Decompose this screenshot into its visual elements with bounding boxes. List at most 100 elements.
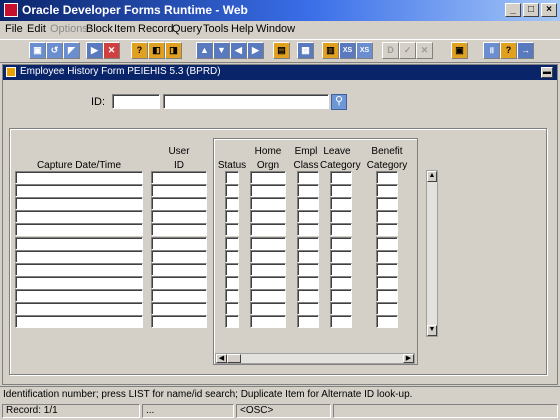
benefit-category-cell[interactable] <box>376 250 398 263</box>
capture-date-cell[interactable] <box>15 210 143 223</box>
close-icon[interactable]: × <box>541 3 557 17</box>
empl-class-cell[interactable] <box>297 210 319 223</box>
user-id-cell[interactable] <box>151 184 207 197</box>
leave-category-cell[interactable] <box>330 197 352 210</box>
id-field[interactable] <box>112 94 160 109</box>
minimize-icon[interactable]: _ <box>505 3 521 17</box>
menu-record[interactable]: Record <box>138 23 173 35</box>
status-cell[interactable] <box>225 184 239 197</box>
home-orgn-cell[interactable] <box>250 197 286 210</box>
save-icon[interactable]: ▣ <box>29 42 46 59</box>
menu-file[interactable]: File <box>5 23 23 35</box>
empl-class-cell[interactable] <box>297 315 319 328</box>
benefit-category-cell[interactable] <box>376 302 398 315</box>
execute-query-icon[interactable]: ◧ <box>148 42 165 59</box>
menu-item[interactable]: Item <box>114 23 135 35</box>
home-orgn-cell[interactable] <box>250 223 286 236</box>
home-orgn-cell[interactable] <box>250 276 286 289</box>
benefit-category-cell[interactable] <box>376 263 398 276</box>
status-cell[interactable] <box>225 289 239 302</box>
leave-category-cell[interactable] <box>330 237 352 250</box>
empl-class-cell[interactable] <box>297 237 319 250</box>
status-cell[interactable] <box>225 315 239 328</box>
home-orgn-cell[interactable] <box>250 289 286 302</box>
user-id-cell[interactable] <box>151 237 207 250</box>
benefit-category-cell[interactable] <box>376 210 398 223</box>
leave-category-cell[interactable] <box>330 263 352 276</box>
user-id-cell[interactable] <box>151 197 207 210</box>
home-orgn-cell[interactable] <box>250 315 286 328</box>
disabled-icon-3[interactable]: ✕ <box>416 42 433 59</box>
capture-date-cell[interactable] <box>15 223 143 236</box>
benefit-category-cell[interactable] <box>376 197 398 210</box>
next-block-icon[interactable]: ▼ <box>213 42 230 59</box>
exit-icon[interactable]: ◤ <box>63 42 80 59</box>
excel-export-icon[interactable]: XS <box>339 42 356 59</box>
benefit-category-cell[interactable] <box>376 289 398 302</box>
leave-category-cell[interactable] <box>330 302 352 315</box>
print-icon[interactable]: ▶ <box>86 42 103 59</box>
status-cell[interactable] <box>225 263 239 276</box>
horizontal-scrollbar[interactable]: ◀ ▶ <box>215 353 415 364</box>
benefit-category-cell[interactable] <box>376 171 398 184</box>
empl-class-cell[interactable] <box>297 197 319 210</box>
status-cell[interactable] <box>225 276 239 289</box>
status-cell[interactable] <box>225 302 239 315</box>
menu-options[interactable]: Options <box>50 23 88 35</box>
scroll-left-icon[interactable]: ◀ <box>216 354 227 363</box>
empl-class-cell[interactable] <box>297 223 319 236</box>
home-orgn-cell[interactable] <box>250 263 286 276</box>
vertical-scrollbar[interactable]: ▲ ▼ <box>426 170 438 337</box>
benefit-category-cell[interactable] <box>376 184 398 197</box>
user-id-cell[interactable] <box>151 315 207 328</box>
leave-category-cell[interactable] <box>330 276 352 289</box>
scroll-right-icon[interactable]: ▶ <box>403 354 414 363</box>
empl-class-cell[interactable] <box>297 289 319 302</box>
status-cell[interactable] <box>225 223 239 236</box>
hscroll-thumb[interactable] <box>227 354 241 363</box>
insert-record-icon[interactable]: ▤ <box>273 42 290 59</box>
user-id-cell[interactable] <box>151 289 207 302</box>
capture-date-cell[interactable] <box>15 197 143 210</box>
enter-query-icon[interactable]: ? <box>131 42 148 59</box>
capture-date-cell[interactable] <box>15 315 143 328</box>
empl-class-cell[interactable] <box>297 184 319 197</box>
capture-date-cell[interactable] <box>15 184 143 197</box>
pause-icon[interactable]: ॥ <box>483 42 500 59</box>
prev-record-icon[interactable]: ◀ <box>230 42 247 59</box>
capture-date-cell[interactable] <box>15 171 143 184</box>
next-record-icon[interactable]: ▶ <box>247 42 264 59</box>
disabled-icon-2[interactable]: ✓ <box>399 42 416 59</box>
leave-category-cell[interactable] <box>330 171 352 184</box>
status-cell[interactable] <box>225 237 239 250</box>
form-minimize-icon[interactable]: ▬ <box>541 67 553 78</box>
name-field[interactable] <box>163 94 329 109</box>
leave-category-cell[interactable] <box>330 289 352 302</box>
empl-class-cell[interactable] <box>297 171 319 184</box>
empl-class-cell[interactable] <box>297 263 319 276</box>
home-orgn-cell[interactable] <box>250 237 286 250</box>
scroll-down-icon[interactable]: ▼ <box>427 325 437 336</box>
capture-date-cell[interactable] <box>15 250 143 263</box>
status-cell[interactable] <box>225 197 239 210</box>
scroll-up-icon[interactable]: ▲ <box>427 171 437 182</box>
home-orgn-cell[interactable] <box>250 302 286 315</box>
menu-query[interactable]: Query <box>172 23 202 35</box>
cancel-query-icon[interactable]: ◨ <box>165 42 182 59</box>
status-cell[interactable] <box>225 210 239 223</box>
home-orgn-cell[interactable] <box>250 250 286 263</box>
capture-date-cell[interactable] <box>15 276 143 289</box>
menu-edit[interactable]: Edit <box>27 23 46 35</box>
empl-class-cell[interactable] <box>297 302 319 315</box>
leave-category-cell[interactable] <box>330 184 352 197</box>
menu-help[interactable]: Help <box>231 23 254 35</box>
empl-class-cell[interactable] <box>297 276 319 289</box>
user-id-cell[interactable] <box>151 171 207 184</box>
empl-class-cell[interactable] <box>297 250 319 263</box>
home-orgn-cell[interactable] <box>250 210 286 223</box>
help-icon[interactable]: ? <box>500 42 517 59</box>
user-id-cell[interactable] <box>151 276 207 289</box>
menu-block[interactable]: Block <box>86 23 113 35</box>
leave-category-cell[interactable] <box>330 223 352 236</box>
benefit-category-cell[interactable] <box>376 223 398 236</box>
